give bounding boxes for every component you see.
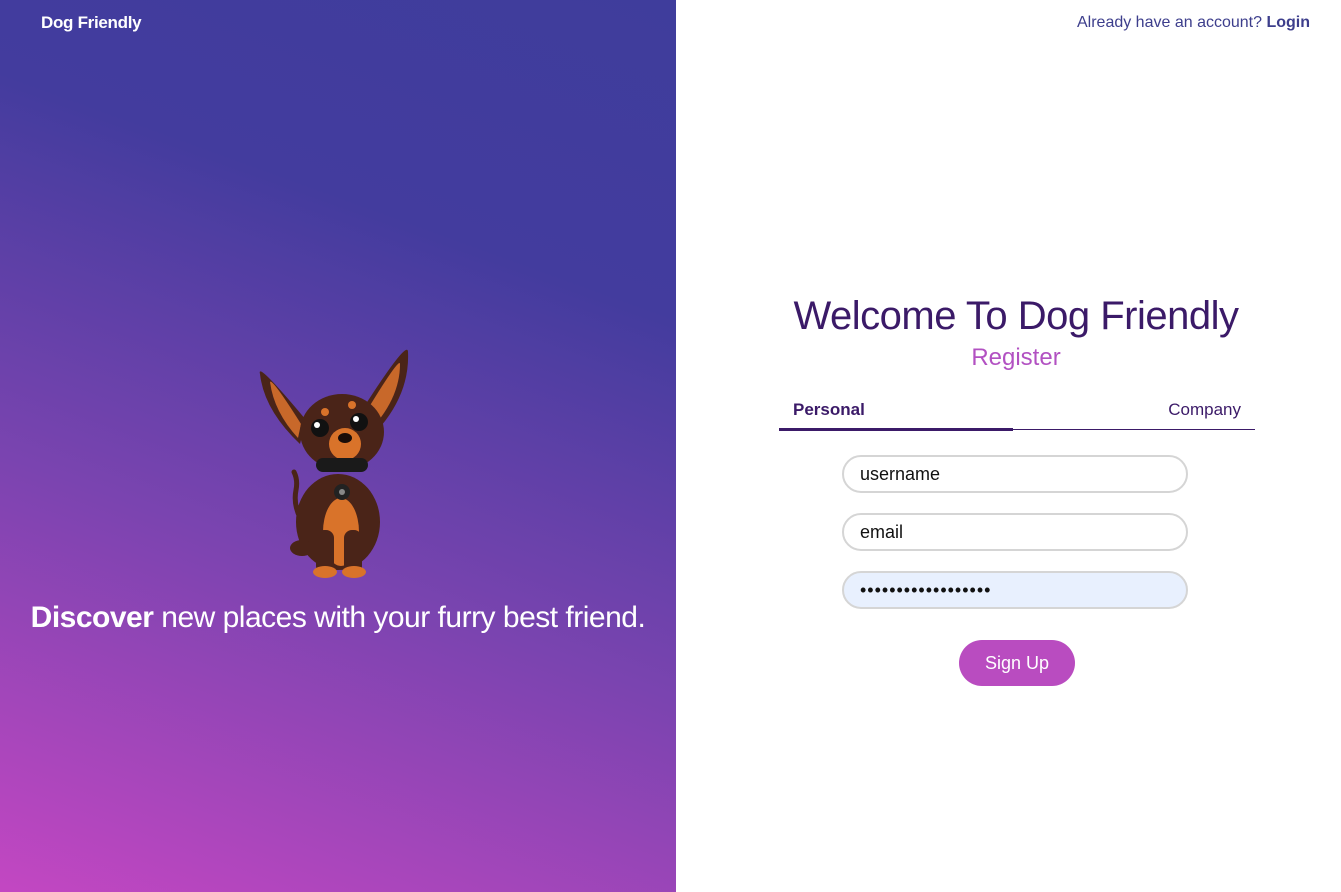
login-prompt-text: Already have an account? (1076, 14, 1267, 31)
tab-company[interactable]: Company (1168, 400, 1241, 420)
tagline-rest: new places with your furry best friend. (153, 601, 646, 634)
brand-logo[interactable]: Dog Friendly (41, 13, 142, 33)
email-input[interactable] (842, 513, 1188, 551)
sign-up-button[interactable]: Sign Up (959, 640, 1075, 686)
hero-panel: Dog Friendly Discover new places with yo… (0, 0, 676, 892)
tab-personal[interactable]: Personal (793, 400, 865, 420)
account-type-tabs: Personal Company (779, 397, 1255, 431)
dog-illustration (259, 349, 409, 578)
register-panel: Already have an account? Login Welcome T… (676, 0, 1341, 892)
login-prompt: Already have an account? Login (1077, 14, 1310, 32)
login-link[interactable]: Login (1266, 14, 1310, 31)
active-tab-indicator (779, 428, 1013, 431)
tagline-bold: Discover (30, 601, 154, 634)
hero-tagline: Discover new places with your furry best… (0, 601, 676, 635)
page-subtitle: Register (971, 344, 1061, 371)
username-input[interactable] (842, 455, 1188, 493)
page-title: Welcome To Dog Friendly (793, 294, 1239, 338)
password-input[interactable] (842, 571, 1188, 609)
